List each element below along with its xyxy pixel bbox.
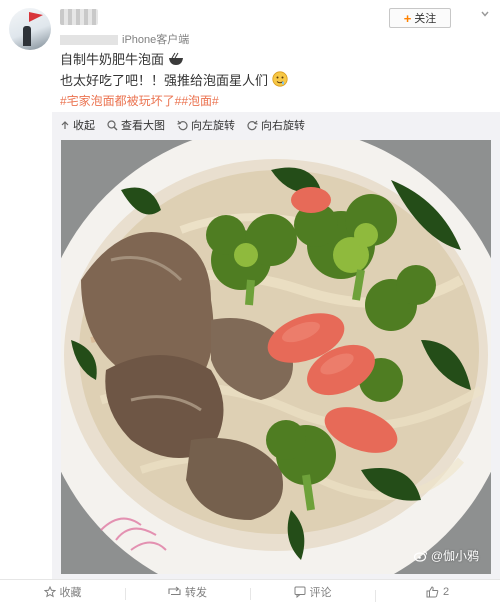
- collapse-icon: [61, 121, 69, 129]
- rotate-left-button[interactable]: 向左旋转: [177, 117, 235, 133]
- noodle-bowl-illustration: [61, 140, 491, 574]
- noodle-bowl-emoji-icon: [168, 52, 183, 65]
- thumbs-up-icon: [426, 585, 439, 597]
- weibo-post: iPhone客户端 + 关注 自制牛奶肥牛泡面 也太好吃了吧！！强推给泡面星人们…: [0, 0, 500, 603]
- star-icon: [43, 585, 56, 597]
- media-box: 收起 查看大图 向左旋转 向右旋转 @伽小鸦: [52, 112, 500, 579]
- post-meta: iPhone客户端: [60, 31, 189, 47]
- favorite-button[interactable]: 收藏: [0, 584, 125, 600]
- view-large-label: 查看大图: [121, 120, 165, 132]
- avatar-figure: [23, 26, 31, 46]
- collapse-button[interactable]: 收起: [60, 117, 95, 133]
- post-text-1: 自制牛奶肥牛泡面: [60, 52, 165, 67]
- author-name-blurred[interactable]: [60, 9, 98, 25]
- photo-watermark: @伽小鸦: [413, 547, 479, 564]
- media-toolbar: 收起 查看大图 向左旋转 向右旋转: [52, 112, 500, 138]
- follow-button[interactable]: + 关注: [389, 8, 451, 28]
- rotate-right-label: 向右旋转: [261, 120, 305, 132]
- avatar-flag: [29, 12, 43, 22]
- repost-icon: [168, 586, 181, 596]
- rotate-left-icon: [177, 120, 188, 130]
- zoom-icon: [107, 119, 118, 130]
- avatar[interactable]: [9, 8, 51, 50]
- action-bar: 收藏 转发 评论 2: [0, 579, 500, 603]
- collapse-label: 收起: [73, 120, 95, 132]
- plus-icon: +: [403, 10, 412, 26]
- follow-label: 关注: [414, 13, 437, 25]
- rotate-right-icon: [247, 120, 258, 130]
- post-photo[interactable]: @伽小鸦: [61, 140, 491, 574]
- post-text-2: 也太好吃了吧！！强推给泡面星人们: [60, 73, 269, 88]
- drooling-face-emoji-icon: [272, 71, 288, 87]
- rotate-right-button[interactable]: 向右旋转: [247, 117, 305, 133]
- repost-button[interactable]: 转发: [125, 584, 250, 600]
- hashtag-links[interactable]: #宅家泡面都被玩坏了##泡面#: [60, 92, 219, 109]
- post-text-line-1: 自制牛奶肥牛泡面: [60, 49, 184, 68]
- post-source: iPhone客户端: [122, 34, 190, 46]
- rotate-left-label: 向左旋转: [191, 120, 235, 132]
- comment-button[interactable]: 评论: [250, 584, 375, 600]
- like-button[interactable]: 2: [375, 585, 500, 602]
- post-text-line-2: 也太好吃了吧！！强推给泡面星人们: [60, 70, 288, 89]
- watermark-text: @伽小鸦: [430, 549, 479, 563]
- like-count: 2: [442, 585, 450, 598]
- chevron-down-icon[interactable]: [480, 9, 490, 19]
- comment-icon: [294, 586, 305, 598]
- favorite-label: 收藏: [59, 586, 82, 599]
- repost-label: 转发: [185, 586, 207, 599]
- comment-label: 评论: [309, 586, 332, 599]
- post-time-blurred: [60, 35, 118, 46]
- weibo-icon: [413, 550, 427, 562]
- view-large-button[interactable]: 查看大图: [107, 117, 165, 133]
